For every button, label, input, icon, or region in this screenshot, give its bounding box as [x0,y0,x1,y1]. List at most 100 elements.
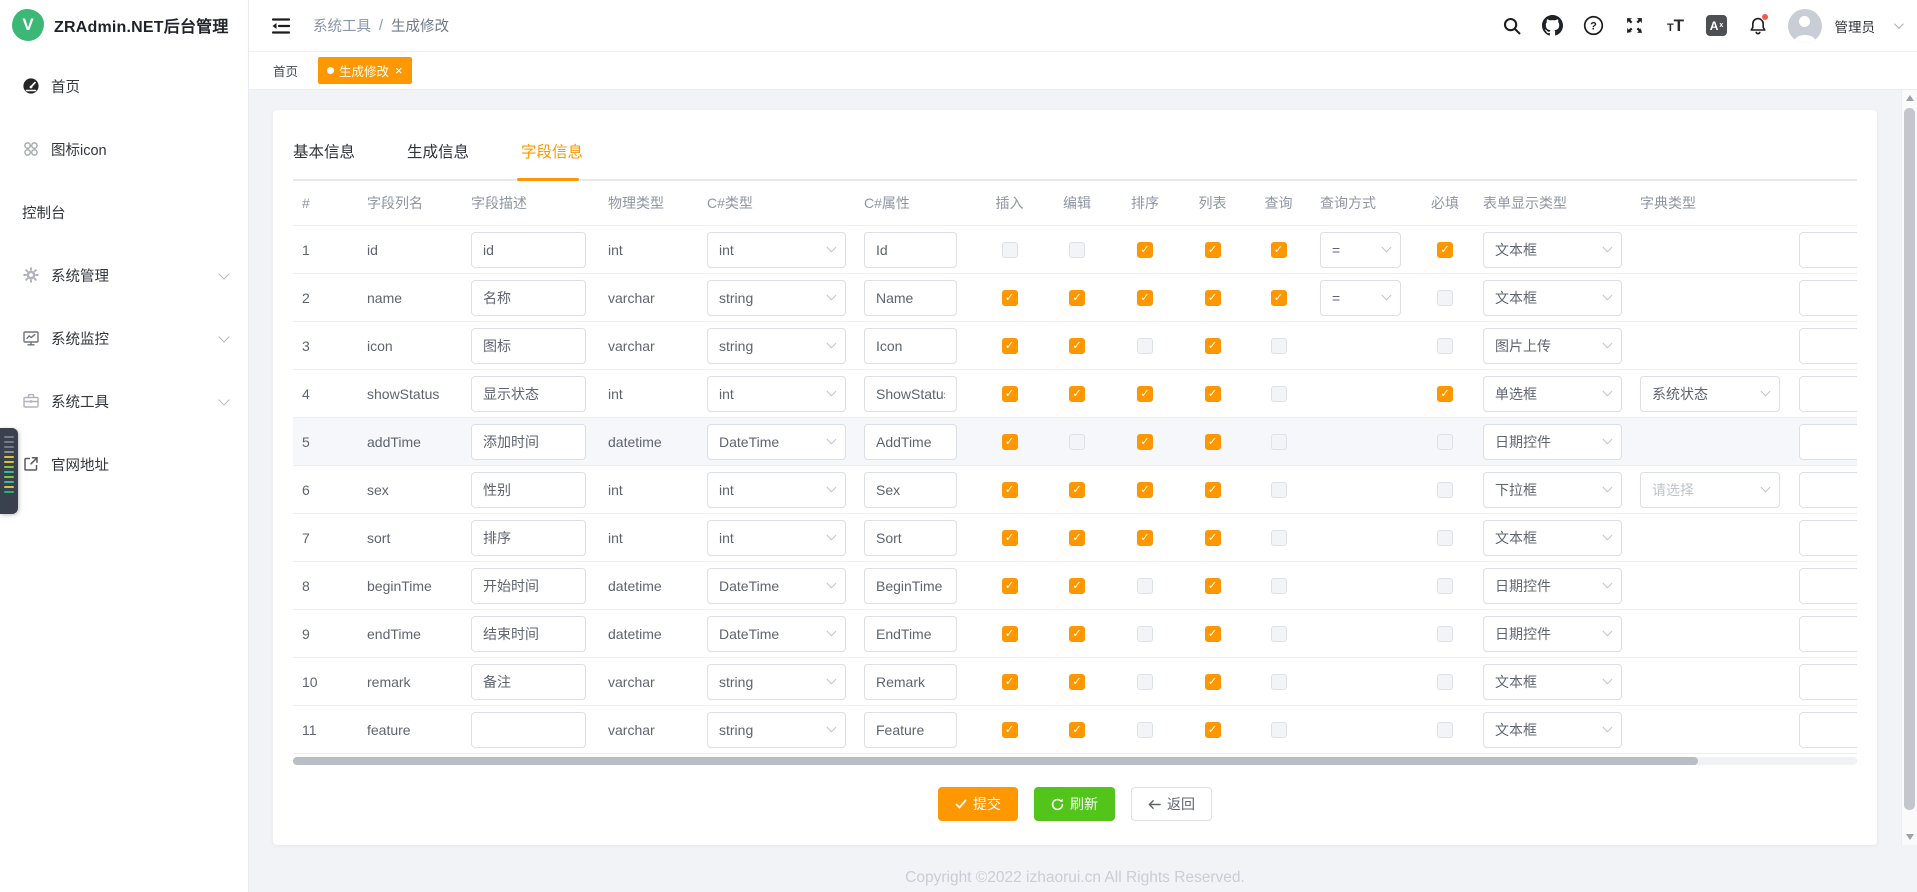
display-type-select[interactable]: 文本框 [1483,520,1622,556]
field-desc-input[interactable] [471,568,586,604]
sort-checkbox[interactable] [1137,338,1153,354]
field-desc-input[interactable] [471,472,586,508]
display-type-select[interactable]: 日期控件 [1483,568,1622,604]
extra-input[interactable] [1799,280,1857,316]
extra-input[interactable] [1799,568,1857,604]
list-checkbox[interactable]: ✓ [1205,722,1221,738]
cs-type-select[interactable]: int [707,520,846,556]
required-checkbox[interactable] [1437,482,1453,498]
list-checkbox[interactable]: ✓ [1205,290,1221,306]
insert-checkbox[interactable]: ✓ [1002,338,1018,354]
required-checkbox[interactable] [1437,674,1453,690]
sort-checkbox[interactable] [1137,578,1153,594]
insert-checkbox[interactable]: ✓ [1002,722,1018,738]
sidebar-collapse-icon[interactable] [271,17,291,35]
theme-drawer-handle[interactable] [0,428,18,514]
query-mode-select[interactable]: = [1320,280,1401,316]
cs-prop-input[interactable] [864,472,957,508]
sidebar-item-system-admin[interactable]: 系统管理 [0,251,248,299]
required-checkbox[interactable]: ✓ [1437,386,1453,402]
cs-type-select[interactable]: DateTime [707,424,846,460]
cs-prop-input[interactable] [864,520,957,556]
sort-checkbox[interactable] [1137,626,1153,642]
display-type-select[interactable]: 文本框 [1483,232,1622,268]
insert-checkbox[interactable]: ✓ [1002,290,1018,306]
query-checkbox[interactable] [1271,482,1287,498]
edit-checkbox[interactable] [1069,242,1085,258]
display-type-select[interactable]: 文本框 [1483,280,1622,316]
insert-checkbox[interactable]: ✓ [1002,578,1018,594]
cs-prop-input[interactable] [864,664,957,700]
query-checkbox[interactable] [1271,674,1287,690]
user-avatar[interactable] [1788,9,1822,43]
notification-bell-icon[interactable] [1747,15,1769,37]
edit-checkbox[interactable] [1069,434,1085,450]
display-type-select[interactable]: 文本框 [1483,712,1622,748]
field-desc-input[interactable] [471,424,586,460]
sort-checkbox[interactable]: ✓ [1137,530,1153,546]
vertical-scrollbar-thumb[interactable] [1904,108,1915,810]
sidebar-item-website[interactable]: 官网地址 [0,440,248,488]
display-type-select[interactable]: 文本框 [1483,664,1622,700]
translate-icon[interactable]: Ax [1706,15,1728,37]
search-icon[interactable] [1501,15,1523,37]
back-button[interactable]: 返回 [1131,787,1212,821]
extra-input[interactable] [1799,664,1857,700]
edit-checkbox[interactable]: ✓ [1069,722,1085,738]
extra-input[interactable] [1799,328,1857,364]
extra-input[interactable] [1799,616,1857,652]
sort-checkbox[interactable] [1137,722,1153,738]
sort-checkbox[interactable] [1137,674,1153,690]
tab-field-info[interactable]: 字段信息 [521,140,583,162]
insert-checkbox[interactable]: ✓ [1002,674,1018,690]
extra-input[interactable] [1799,472,1857,508]
list-checkbox[interactable]: ✓ [1205,338,1221,354]
sort-checkbox[interactable]: ✓ [1137,386,1153,402]
field-desc-input[interactable] [471,616,586,652]
fullscreen-icon[interactable] [1624,15,1646,37]
sort-checkbox[interactable]: ✓ [1137,242,1153,258]
query-checkbox[interactable] [1271,722,1287,738]
required-checkbox[interactable] [1437,530,1453,546]
tab-generate-info[interactable]: 生成信息 [407,140,469,162]
required-checkbox[interactable] [1437,578,1453,594]
scroll-up-arrow-icon[interactable] [1906,95,1914,101]
cs-type-select[interactable]: DateTime [707,568,846,604]
cs-prop-input[interactable] [864,568,957,604]
required-checkbox[interactable] [1437,338,1453,354]
tag-active[interactable]: 生成修改 × [318,57,412,84]
edit-checkbox[interactable]: ✓ [1069,290,1085,306]
required-checkbox[interactable] [1437,434,1453,450]
user-menu-chevron-icon[interactable] [1894,19,1904,29]
breadcrumb-parent[interactable]: 系统工具 [313,15,371,36]
edit-checkbox[interactable]: ✓ [1069,674,1085,690]
required-checkbox[interactable] [1437,626,1453,642]
field-desc-input[interactable] [471,232,586,268]
cs-prop-input[interactable] [864,616,957,652]
required-checkbox[interactable] [1437,290,1453,306]
sort-checkbox[interactable]: ✓ [1137,290,1153,306]
logo-row[interactable]: V ZRAdmin.NET后台管理 [0,0,248,50]
query-checkbox[interactable]: ✓ [1271,242,1287,258]
edit-checkbox[interactable]: ✓ [1069,626,1085,642]
cs-type-select[interactable]: int [707,232,846,268]
cs-type-select[interactable]: int [707,376,846,412]
query-checkbox[interactable]: ✓ [1271,290,1287,306]
cs-type-select[interactable]: int [707,472,846,508]
insert-checkbox[interactable] [1002,242,1018,258]
cs-type-select[interactable]: DateTime [707,616,846,652]
cs-type-select[interactable]: string [707,328,846,364]
horizontal-scrollbar-thumb[interactable] [293,757,1698,765]
sidebar-item-system-monitor[interactable]: 系统监控 [0,314,248,362]
edit-checkbox[interactable]: ✓ [1069,482,1085,498]
insert-checkbox[interactable]: ✓ [1002,434,1018,450]
insert-checkbox[interactable]: ✓ [1002,386,1018,402]
refresh-button[interactable]: 刷新 [1034,787,1115,821]
extra-input[interactable] [1799,520,1857,556]
user-name[interactable]: 管理员 [1835,16,1876,36]
font-size-icon[interactable]: TT [1665,15,1687,37]
list-checkbox[interactable]: ✓ [1205,482,1221,498]
display-type-select[interactable]: 下拉框 [1483,472,1622,508]
field-desc-input[interactable] [471,328,586,364]
extra-input[interactable] [1799,712,1857,748]
